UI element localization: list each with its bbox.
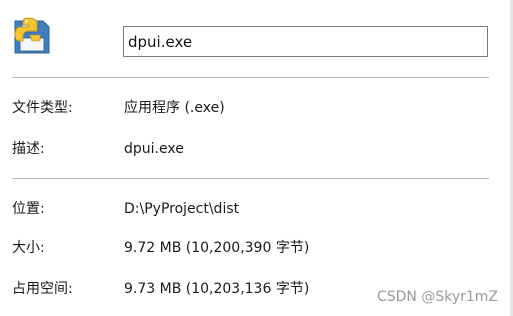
size-on-disk-label: 占用空间: <box>12 281 73 297</box>
file-type-value: 应用程序 (.exe) <box>124 100 225 116</box>
description-value: dpui.exe <box>124 141 184 157</box>
file-properties-panel: 文件类型: 应用程序 (.exe) 描述: dpui.exe 位置: D:\Py… <box>0 0 513 316</box>
size-value: 9.72 MB (10,200,390 字节) <box>124 240 310 256</box>
description-label: 描述: <box>12 141 45 157</box>
python-floppy-icon <box>12 17 54 57</box>
size-label: 大小: <box>12 240 45 256</box>
location-value: D:\PyProject\dist <box>124 201 240 217</box>
location-label: 位置: <box>12 201 45 217</box>
file-type-label: 文件类型: <box>12 100 73 116</box>
file-name-input[interactable] <box>123 26 488 57</box>
size-on-disk-value: 9.73 MB (10,203,136 字节) <box>124 281 310 297</box>
divider <box>12 178 489 179</box>
divider <box>12 77 489 78</box>
watermark: CSDN @Skyr1mZ <box>376 289 498 305</box>
